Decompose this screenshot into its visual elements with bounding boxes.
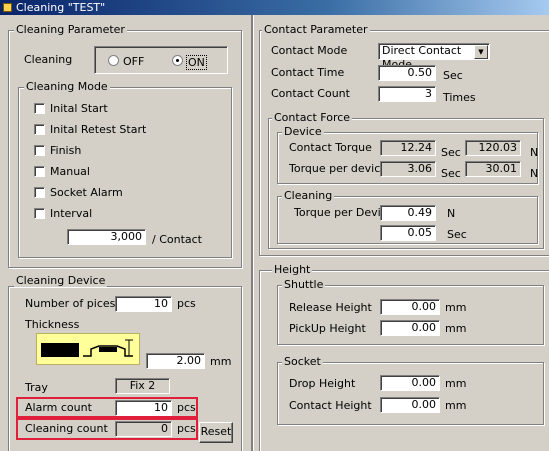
reset-button[interactable]: Reset — [199, 422, 233, 443]
drop-height-label: Drop Height — [289, 377, 356, 390]
contact-force-title: Contact Force — [272, 111, 353, 124]
alarm-count-label: Alarm count — [25, 401, 92, 414]
title-bar: Cleaning "TEST" — [0, 0, 549, 15]
app-icon — [3, 3, 12, 12]
socket-alarm-checkbox[interactable] — [34, 187, 45, 198]
num-pieces-label: Number of pices — [25, 297, 116, 310]
contact-height-unit: mm — [445, 399, 467, 412]
pickup-height-unit: mm — [445, 322, 467, 335]
contact-torque-unit2: N — [530, 146, 539, 159]
alarm-count-unit: pcs — [177, 401, 196, 414]
contact-parameter-title: Contact Parameter — [262, 23, 370, 36]
cleaning-mode-title: Cleaning Mode — [24, 80, 110, 93]
drop-height-unit: mm — [445, 377, 467, 390]
window-title: Cleaning "TEST" — [16, 1, 106, 14]
chevron-down-icon[interactable]: ▼ — [474, 45, 488, 59]
cleaning-on-label[interactable]: ON — [186, 55, 207, 70]
torque-per-device-value2: 30.01 — [465, 161, 521, 177]
thickness-unit: mm — [210, 355, 232, 368]
alarm-count-input[interactable]: 10 — [115, 400, 172, 416]
num-pieces-unit: pcs — [177, 297, 196, 310]
cleaning-device-title: Cleaning Device — [14, 274, 108, 287]
cleaning-count-value: 0 — [115, 421, 172, 437]
thickness-diagram-svg — [41, 339, 133, 357]
inital-start-checkbox[interactable] — [34, 103, 45, 114]
tray-value: Fix 2 — [115, 378, 170, 394]
cleaning-count-unit: pcs — [177, 422, 196, 435]
torque-per-device-label: Torque per device — [289, 162, 388, 175]
release-height-label: Release Height — [289, 301, 372, 314]
socket-alarm-label[interactable]: Socket Alarm — [50, 186, 123, 199]
contact-count-input[interactable]: 3 — [378, 86, 436, 102]
contact-height-label: Contact Height — [289, 399, 372, 412]
cleaning-parameter-title: Cleaning Parameter — [14, 23, 127, 36]
inital-retest-start-label[interactable]: Inital Retest Start — [50, 123, 146, 136]
contact-count-label: Contact Count — [271, 87, 350, 100]
thickness-input[interactable]: 2.00 — [146, 353, 205, 369]
interval-count-input[interactable]: 3,000 — [67, 229, 146, 245]
contact-time-input[interactable]: 0.50 — [378, 65, 436, 81]
cleaning-torque-input[interactable]: 0.49 — [380, 205, 436, 221]
thickness-label: Thickness — [25, 318, 80, 331]
pickup-height-label: PickUp Height — [289, 322, 366, 335]
interval-unit-label: / Contact — [152, 233, 202, 246]
cleaning-off-label[interactable]: OFF — [123, 55, 144, 68]
shuttle-title: Shuttle — [282, 278, 326, 291]
drop-height-input[interactable]: 0.00 — [380, 375, 440, 391]
cleaning-torque-unit: N — [447, 207, 456, 220]
interval-label[interactable]: Interval — [50, 207, 92, 220]
release-height-input[interactable]: 0.00 — [380, 299, 440, 315]
cleaning-off-radio[interactable] — [108, 55, 119, 66]
interval-checkbox[interactable] — [34, 208, 45, 219]
torque-per-device-unit2: N — [530, 167, 539, 180]
manual-label[interactable]: Manual — [50, 165, 90, 178]
panel-divider — [251, 15, 253, 451]
cleaning-second-input[interactable]: 0.05 — [380, 225, 436, 241]
device-title: Device — [282, 125, 324, 138]
socket-title: Socket — [282, 355, 323, 368]
cleaning-on-radio[interactable] — [172, 55, 183, 66]
finish-label[interactable]: Finish — [50, 144, 81, 157]
num-pieces-input[interactable]: 10 — [115, 296, 172, 312]
inital-start-label[interactable]: Inital Start — [50, 102, 108, 115]
force-cleaning-title: Cleaning — [282, 189, 335, 202]
shuttle-group — [277, 285, 544, 345]
cleaning-label: Cleaning — [24, 53, 73, 66]
contact-torque-unit1: Sec — [441, 146, 461, 159]
release-height-unit: mm — [445, 301, 467, 314]
inital-retest-start-checkbox[interactable] — [34, 124, 45, 135]
manual-checkbox[interactable] — [34, 166, 45, 177]
socket-group — [277, 362, 544, 425]
contact-count-unit: Times — [443, 91, 476, 104]
cleaning-second-unit: Sec — [447, 228, 467, 241]
contact-time-unit: Sec — [443, 69, 463, 82]
cleaning-torque-label: Torque per Device — [294, 206, 394, 219]
finish-checkbox[interactable] — [34, 145, 45, 156]
contact-mode-select[interactable]: Direct Contact Mode ▼ — [378, 43, 490, 71]
contact-height-input[interactable]: 0.00 — [380, 397, 440, 413]
contact-torque-value2: 120.03 — [465, 140, 521, 156]
contact-time-label: Contact Time — [271, 66, 345, 79]
contact-torque-label: Contact Torque — [289, 141, 372, 154]
cleaning-count-label: Cleaning count — [25, 422, 108, 435]
thickness-diagram-image — [36, 333, 140, 365]
contact-torque-value1: 12.24 — [380, 140, 436, 156]
tray-label: Tray — [25, 381, 48, 394]
contact-mode-label: Contact Mode — [271, 44, 348, 57]
torque-per-device-unit1: Sec — [441, 167, 461, 180]
pickup-height-input[interactable]: 0.00 — [380, 320, 440, 336]
torque-per-device-value1: 3.06 — [380, 161, 436, 177]
height-title: Height — [272, 263, 313, 276]
